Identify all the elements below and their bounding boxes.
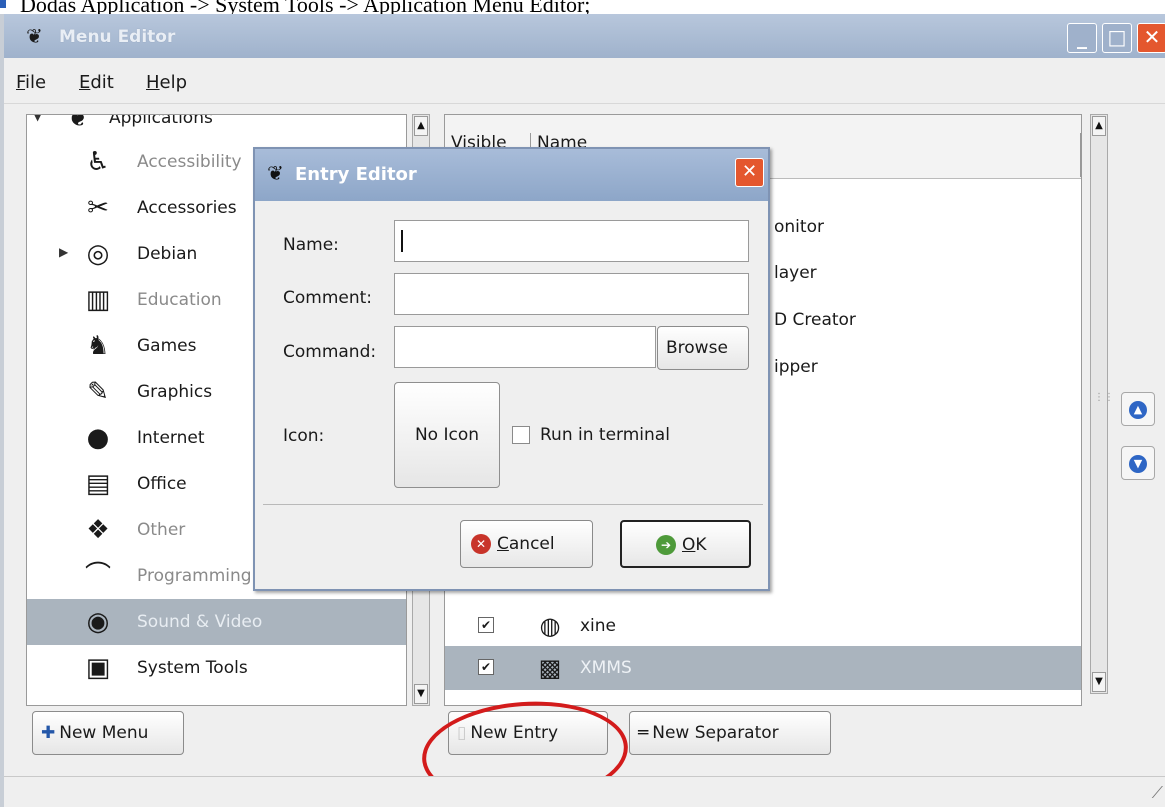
gnome-foot-icon: ❦ [267,161,284,185]
window-title: Menu Editor [59,27,176,47]
menu-edit[interactable]: Edit [79,72,114,93]
scroll-down-arrow-icon[interactable]: ▼ [414,684,428,704]
list-item[interactable]: ✔ ▩ XMMS [445,646,1081,690]
move-down-button[interactable]: ▼ [1121,446,1155,480]
arrow-down-icon: ▼ [1129,455,1147,473]
entry-editor-dialog: ❦ Entry Editor ✕ Name: Comment: Command:… [253,147,770,591]
scroll-thumb-grip[interactable]: ⋮⋮ [1094,393,1114,423]
statusbar: ⟋ [4,776,1165,807]
dialog-close-button[interactable]: ✕ [735,158,764,187]
resize-grip-icon[interactable]: ⟋ [1152,783,1163,803]
programming-icon: ⌒ [84,561,111,591]
accessories-icon: ✂ [87,193,109,223]
maximize-button[interactable]: □ [1102,23,1132,53]
tree-item-label: Graphics [137,382,213,402]
expander-right-icon[interactable]: ▶ [59,245,68,259]
new-menu-button[interactable]: ✚ New Menu [32,711,184,755]
xine-icon: ◍ [539,612,561,640]
tree-item-label: Internet [137,428,205,448]
list-item-label-partial: ipper [774,357,818,377]
comment-field[interactable] [394,273,749,315]
tree-root-label: Applications [109,114,213,128]
bullet-marker [0,0,6,8]
other-icon: ❖ [86,515,110,545]
tree-item-label: Programming [137,566,252,586]
games-icon: ♞ [86,331,110,361]
browse-button[interactable]: Browse [657,326,749,370]
text-caret [401,230,403,252]
expander-down-icon[interactable]: ▼ [33,115,42,123]
icon-picker-button[interactable]: No Icon [394,382,500,488]
separator-icon: ═ [638,723,649,743]
icon-label: Icon: [283,426,325,446]
name-field[interactable] [394,220,749,262]
close-window-button[interactable]: ✕ [1137,23,1165,53]
gnome-foot-icon: ❦ [26,24,43,48]
cancel-button[interactable]: ✕ Cancel [460,520,593,568]
minimize-button[interactable]: _ [1067,23,1097,53]
dialog-titlebar[interactable]: ❦ Entry Editor ✕ [255,149,768,201]
menu-file[interactable]: File [16,72,46,93]
tree-root-applications[interactable]: ▼ ❦ Applications [27,114,406,141]
cancel-icon: ✕ [471,534,491,554]
debian-icon: ◎ [86,239,110,269]
sound-video-icon: ◉ [86,607,110,637]
dialog-title: Entry Editor [295,164,417,185]
move-up-button[interactable]: ▲ [1121,392,1155,426]
command-field[interactable] [394,326,656,368]
scroll-up-arrow-icon[interactable]: ▲ [1092,116,1106,136]
scroll-down-arrow-icon[interactable]: ▼ [1092,672,1106,692]
system-tools-icon: ▣ [85,653,111,683]
tree-item-label: Education [137,290,222,310]
gnome-foot-icon: ❦ [67,114,89,133]
dialog-separator [263,504,763,505]
menubar: File Edit Help [4,58,1165,104]
scroll-up-arrow-icon[interactable]: ▲ [414,116,428,136]
document-caption: Dodas Application -> System Tools -> App… [0,0,1165,14]
ok-button[interactable]: ➔ OK [620,520,751,568]
comment-label: Comment: [283,288,373,308]
list-item-label: XMMS [580,658,632,678]
ok-arrow-icon: ➔ [656,535,676,555]
arrow-up-icon: ▲ [1129,401,1147,419]
tree-item-label: Games [137,336,197,356]
run-in-terminal-checkbox[interactable] [512,426,530,444]
run-in-terminal-label[interactable]: Run in terminal [540,425,670,445]
tree-item-label: Office [137,474,187,494]
new-separator-button[interactable]: ═ New Separator [629,711,831,755]
name-label: Name: [283,235,339,255]
tree-item[interactable]: ▣ System Tools [27,645,406,691]
command-label: Command: [283,342,377,362]
menu-help[interactable]: Help [146,72,187,93]
list-item[interactable]: ✔ ◍ xine [445,604,1081,648]
list-item-label-partial: onitor [774,217,824,237]
education-icon: ▥ [85,285,111,315]
plus-icon: ✚ [41,723,56,743]
graphics-icon: ✎ [87,377,109,407]
tree-item[interactable]: ◉ Sound & Video [27,599,406,645]
tree-item-label: Other [137,520,186,540]
internet-icon: ● [86,423,110,453]
list-item-label-partial: layer [774,263,817,283]
window-titlebar[interactable]: ❦ Menu Editor _ □ ✕ [4,14,1165,58]
office-icon: ▤ [85,469,111,499]
caption-text: Dodas Application -> System Tools -> App… [20,0,591,14]
list-item-label-partial: D Creator [774,310,856,330]
tree-item-label: Accessibility [137,152,242,172]
xmms-icon: ▩ [538,654,562,682]
tree-item-label: Accessories [137,198,237,218]
visible-checkbox[interactable]: ✔ [478,617,494,633]
list-item-label: xine [580,616,617,636]
accessibility-icon: ♿ [86,147,110,177]
visible-checkbox[interactable]: ✔ [478,659,494,675]
list-scrollbar[interactable]: ▲ ⋮⋮ ▼ [1090,114,1114,694]
tree-item-label: Debian [137,244,198,264]
tree-item-label: System Tools [137,658,248,678]
tree-item-label: Sound & Video [137,612,263,632]
